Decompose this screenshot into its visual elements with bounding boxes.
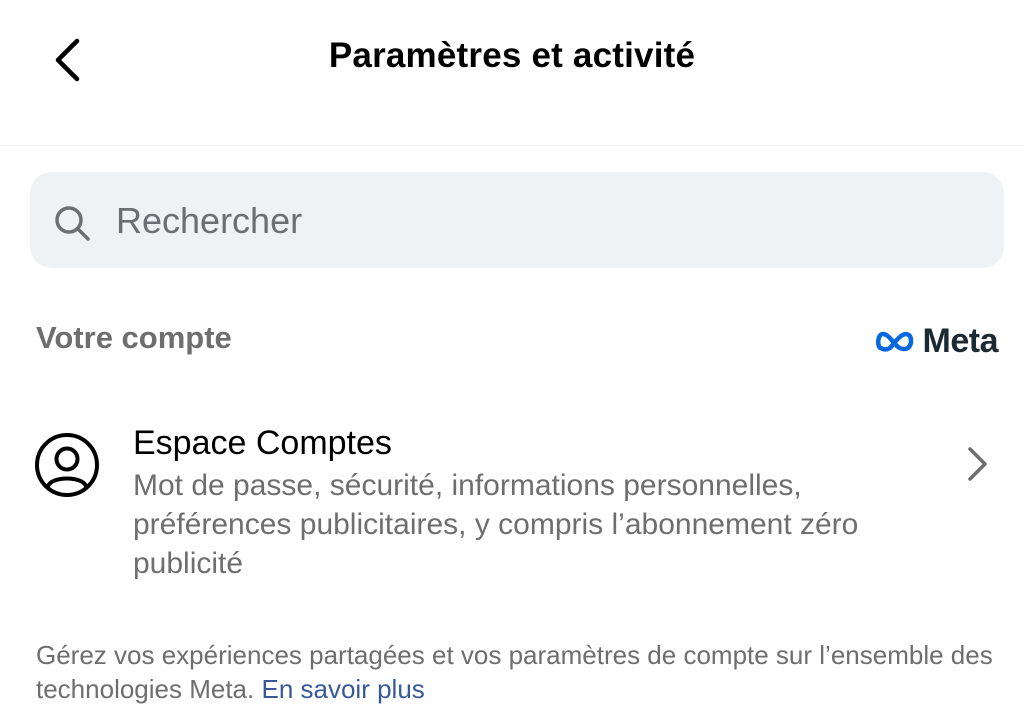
- page-title: Paramètres et activité: [328, 36, 696, 75]
- settings-page: Paramètres et activité Votre compte Meta…: [0, 0, 1024, 728]
- list-item-title: Espace Comptes: [133, 424, 392, 462]
- search-input[interactable]: [116, 196, 976, 246]
- user-circle-icon: [35, 433, 99, 497]
- footer-note: Gérez vos expériences partagées et vos p…: [36, 638, 996, 706]
- meta-brand: Meta: [875, 320, 999, 362]
- search-icon: [55, 206, 90, 241]
- footer-note-text: Gérez vos expériences partagées et vos p…: [36, 640, 993, 704]
- learn-more-link[interactable]: En savoir plus: [261, 674, 424, 704]
- header-bar: Paramètres et activité: [0, 0, 1024, 146]
- list-item-accounts-center[interactable]: Espace Comptes Mot de passe, sécurité, i…: [0, 410, 1024, 590]
- section-title: Votre compte: [36, 320, 232, 355]
- meta-label: Meta: [922, 321, 999, 360]
- chevron-right-icon: [968, 447, 987, 481]
- meta-infinity-icon: [875, 331, 913, 352]
- list-item-description: Mot de passe, sécurité, informations per…: [133, 469, 859, 580]
